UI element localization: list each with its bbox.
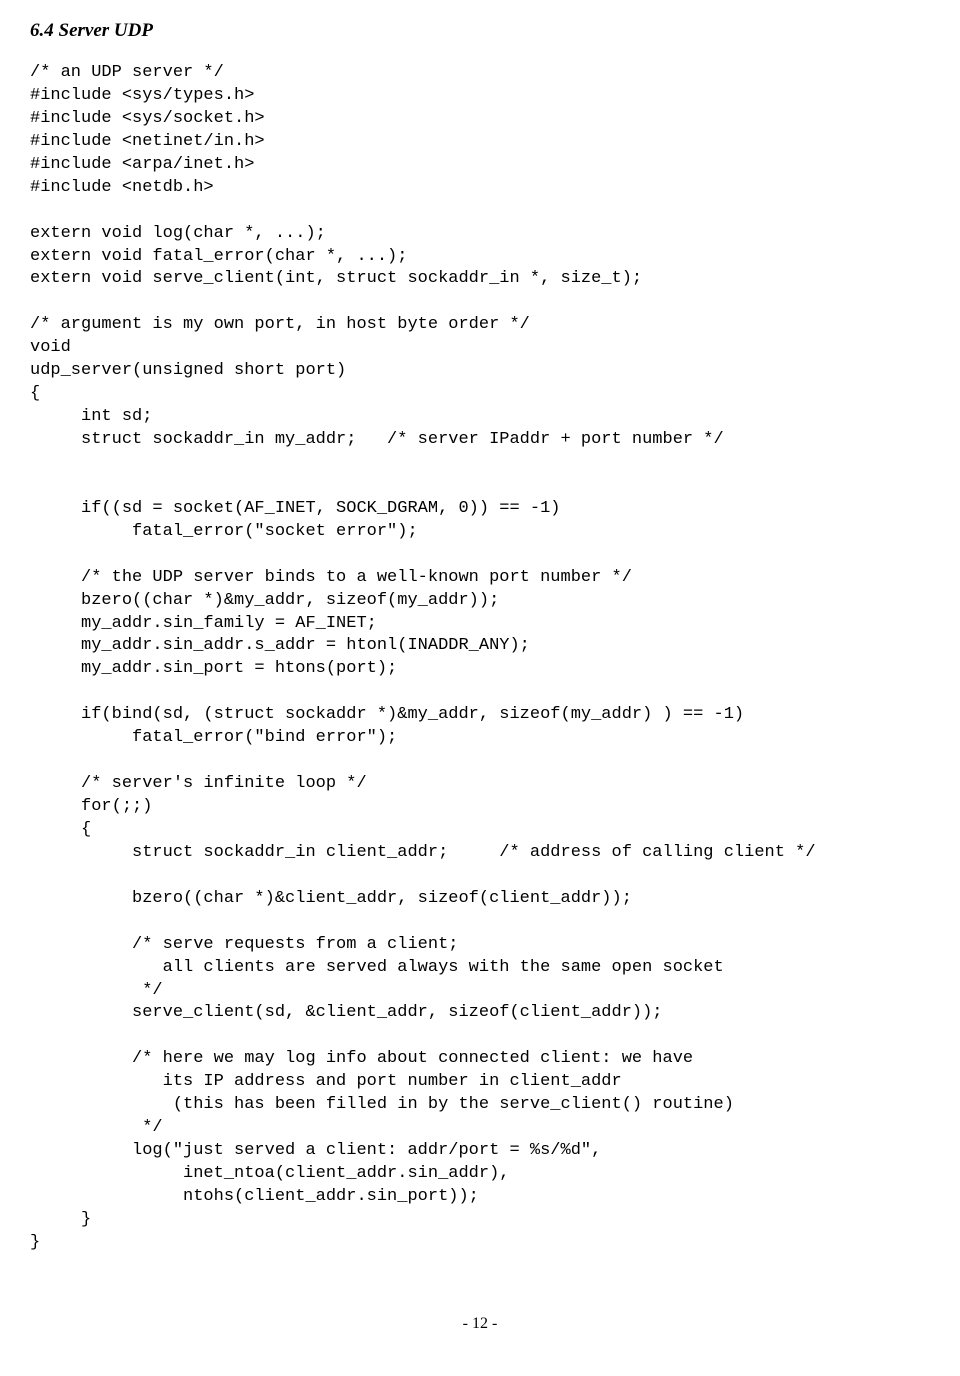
page-number: - 12 - [30, 1315, 930, 1333]
document-page: 6.4 Server UDP /* an UDP server */ #incl… [0, 0, 960, 1353]
section-heading: 6.4 Server UDP [30, 20, 930, 42]
code-block: /* an UDP server */ #include <sys/types.… [30, 62, 930, 1255]
